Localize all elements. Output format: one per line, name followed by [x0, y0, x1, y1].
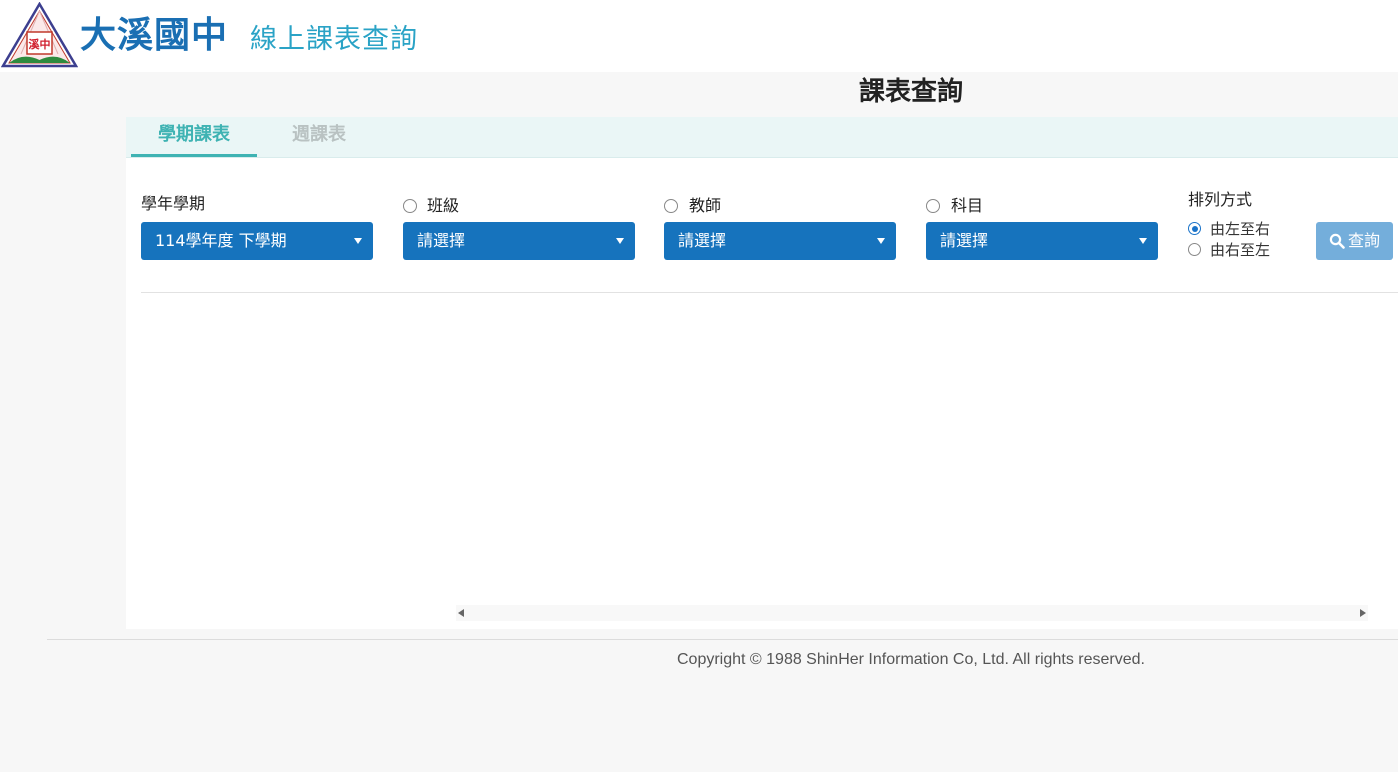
class-radio[interactable] [403, 199, 417, 213]
school-logo-icon: 溪中 [1, 2, 78, 68]
class-select-value: 請選擇 [417, 231, 466, 250]
subject-select[interactable]: 請選擇 [926, 222, 1158, 260]
copyright-text: Copyright © 1988 ShinHer Information Co,… [676, 651, 1145, 668]
scroll-left-icon[interactable] [458, 609, 464, 617]
semester-select[interactable]: 114學年度 下學期 [141, 222, 373, 260]
class-select[interactable]: 請選擇 [403, 222, 635, 260]
chevron-down-icon [616, 238, 624, 244]
chevron-down-icon [354, 238, 362, 244]
sort-ltr-label: 由左至右 [1210, 220, 1271, 238]
teacher-select-value: 請選擇 [678, 231, 727, 250]
sort-rtl-label: 由右至左 [1210, 241, 1271, 259]
footer-divider [47, 639, 1398, 640]
sort-label: 排列方式 [1188, 190, 1253, 209]
tab-semester-schedule[interactable]: 學期課表 [131, 117, 257, 157]
divider [141, 292, 1398, 293]
chevron-down-icon [1139, 238, 1147, 244]
page-title: 課表查詢 [858, 77, 963, 107]
horizontal-scrollbar[interactable] [456, 605, 1368, 621]
class-label: 班級 [427, 196, 460, 215]
subject-radio[interactable] [926, 199, 940, 213]
teacher-select[interactable]: 請選擇 [664, 222, 896, 260]
query-button[interactable]: 查詢 [1316, 222, 1393, 260]
app-name: 線上課表查詢 [250, 24, 418, 55]
subject-label: 科目 [951, 196, 984, 215]
main-panel: 學期課表 週課表 學年學期 114學年度 下學期 班級 請選擇 教師 請選擇 科… [126, 117, 1398, 629]
sort-ltr-radio[interactable] [1188, 222, 1201, 235]
subject-select-value: 請選擇 [940, 231, 989, 250]
top-header: 溪中 大溪國中 線上課表查詢 [0, 0, 1398, 72]
sort-rtl-radio[interactable] [1188, 243, 1201, 256]
search-icon [1329, 233, 1345, 249]
tab-bar: 學期課表 週課表 [126, 117, 1398, 158]
teacher-label: 教師 [689, 196, 722, 215]
teacher-radio[interactable] [664, 199, 678, 213]
semester-label: 學年學期 [141, 194, 206, 213]
school-name: 大溪國中 [80, 15, 229, 56]
semester-select-value: 114學年度 下學期 [155, 231, 287, 250]
chevron-down-icon [877, 238, 885, 244]
query-button-label: 查詢 [1347, 231, 1380, 250]
scroll-right-icon[interactable] [1360, 609, 1366, 617]
tab-weekly-schedule[interactable]: 週課表 [264, 117, 374, 154]
logo-text: 溪中 [29, 37, 51, 51]
